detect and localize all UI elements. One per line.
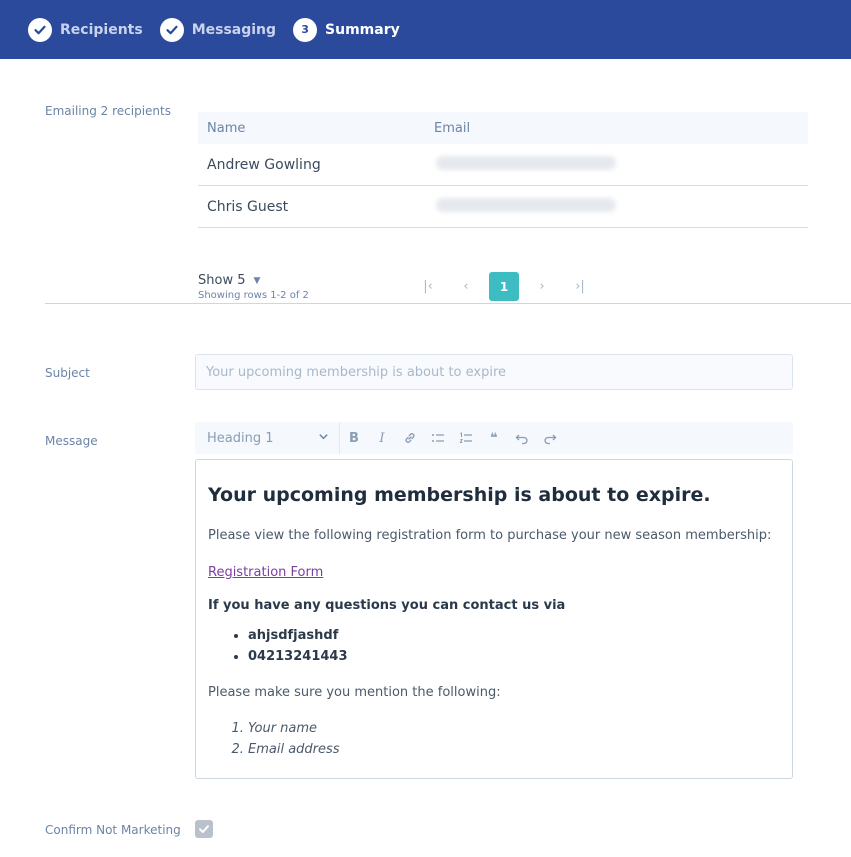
caret-down-icon: ▼ [253, 275, 261, 286]
step-label: Messaging [191, 21, 277, 38]
mention-list: Your name Email address [248, 718, 780, 760]
step-messaging[interactable]: Messaging [159, 17, 277, 42]
recipient-email-redacted [426, 197, 616, 216]
list-item: ahjsdfjashdf [248, 625, 780, 646]
message-editor[interactable]: Your upcoming membership is about to exp… [195, 459, 793, 779]
page-button-current[interactable]: 1 [489, 272, 519, 301]
bold-icon[interactable]: B [340, 422, 368, 454]
numbered-list-icon[interactable] [452, 422, 480, 454]
column-header-name: Name [207, 120, 246, 136]
recipient-name: Andrew Gowling [207, 156, 321, 173]
registration-form-link[interactable]: Registration Form [208, 565, 323, 580]
redo-icon[interactable] [536, 422, 564, 454]
undo-icon[interactable] [508, 422, 536, 454]
next-page-icon[interactable]: › [527, 272, 557, 301]
section-divider [45, 303, 851, 304]
recipients-table: Name Email Andrew Gowling Chris Guest [198, 112, 808, 228]
subject-input[interactable] [195, 354, 793, 390]
page-size-select[interactable]: Show 5 ▼ [198, 273, 260, 288]
showing-rows-text: Showing rows 1-2 of 2 [198, 290, 309, 301]
step-number: 3 [293, 17, 318, 42]
contact-heading: If you have any questions you can contac… [208, 598, 566, 613]
editor-toolbar: Heading 1 B I ❝ [195, 422, 793, 454]
first-page-icon[interactable]: |‹ [413, 272, 443, 301]
message-label: Message [45, 434, 98, 448]
contact-list: ahjsdfjashdf 04213241443 [248, 625, 780, 667]
message-intro: Please view the following registration f… [208, 528, 772, 543]
page-size-label: Show 5 [198, 273, 246, 288]
list-item: Email address [248, 739, 780, 760]
bullet-list-icon[interactable] [424, 422, 452, 454]
recipient-email-redacted [426, 155, 616, 174]
table-header: Name Email [198, 112, 808, 144]
quote-icon[interactable]: ❝ [480, 422, 508, 454]
list-item: 04213241443 [248, 646, 780, 667]
confirm-label: Confirm Not Marketing [45, 823, 181, 837]
step-label: Recipients [60, 21, 143, 38]
step-summary[interactable]: 3 Summary [293, 17, 400, 42]
heading-select[interactable]: Heading 1 [195, 422, 340, 454]
link-icon[interactable] [396, 422, 424, 454]
confirm-not-marketing-checkbox[interactable] [195, 820, 213, 838]
message-heading: Your upcoming membership is about to exp… [208, 484, 711, 506]
step-label: Summary [325, 21, 400, 38]
wizard-stepper: Recipients Messaging 3 Summary [0, 0, 851, 59]
step-recipients[interactable]: Recipients [28, 17, 143, 42]
check-icon [159, 17, 184, 42]
chevron-down-icon [318, 431, 329, 446]
mention-text: Please make sure you mention the followi… [208, 685, 501, 700]
column-header-email: Email [434, 120, 471, 136]
subject-label: Subject [45, 366, 90, 380]
recipients-label: Emailing 2 recipients [45, 104, 171, 118]
table-row[interactable]: Andrew Gowling [198, 144, 808, 186]
check-icon [28, 17, 52, 42]
italic-icon[interactable]: I [368, 422, 396, 454]
heading-select-value: Heading 1 [207, 430, 274, 446]
pagination: |‹ ‹ 1 › ›| [413, 272, 603, 301]
table-row[interactable]: Chris Guest [198, 186, 808, 228]
recipient-name: Chris Guest [207, 198, 289, 215]
prev-page-icon[interactable]: ‹ [451, 272, 481, 301]
check-icon [198, 820, 210, 839]
list-item: Your name [248, 718, 780, 739]
last-page-icon[interactable]: ›| [565, 272, 595, 301]
